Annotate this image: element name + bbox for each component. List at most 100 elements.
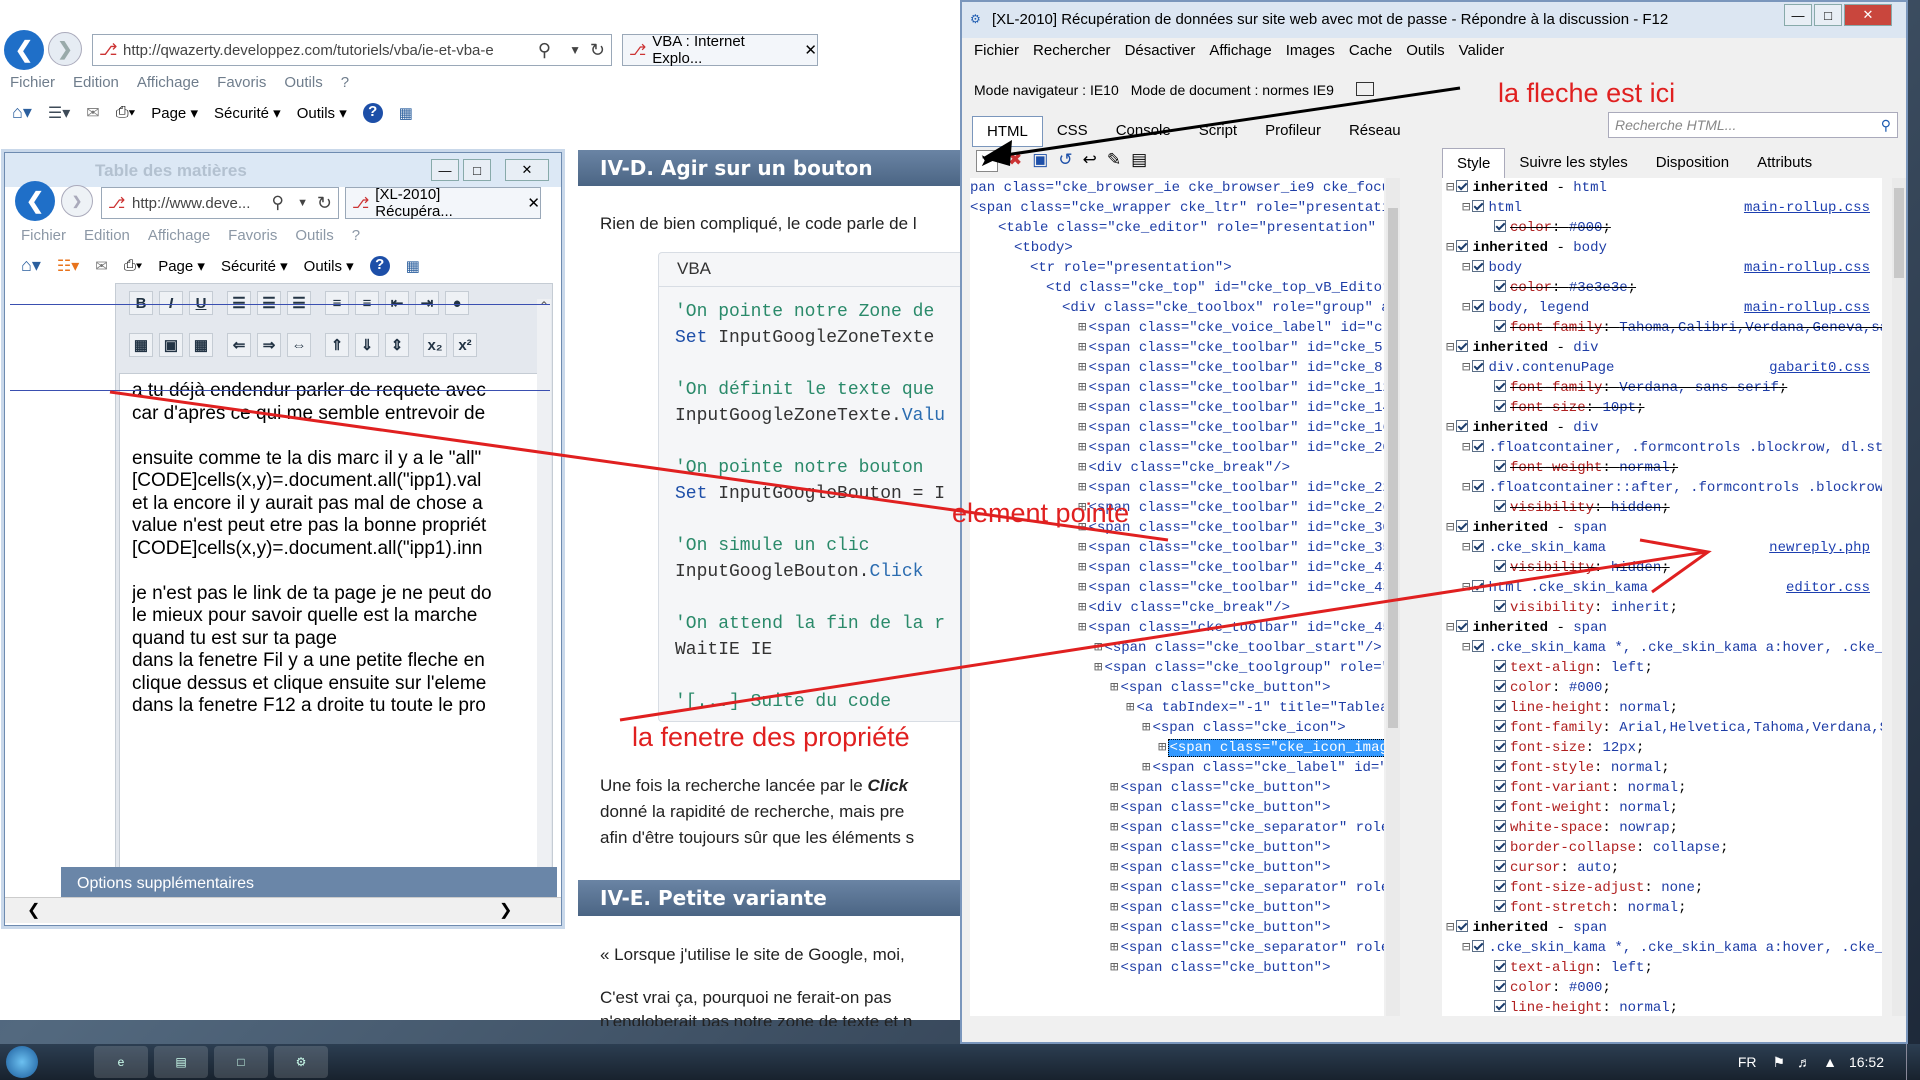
dom-node[interactable]: ⊞<span class="cke_toolbar" id="cke_22" r… (970, 478, 1384, 498)
inner-mail-icon[interactable]: ✉ (95, 257, 108, 275)
expand-icon[interactable]: ⊞ (1142, 760, 1150, 776)
expand-icon[interactable]: ⊞ (1110, 900, 1118, 916)
select-element-arrow-icon[interactable]: ➤ (976, 150, 998, 172)
superscript-icon[interactable]: x² (453, 333, 477, 357)
align-right-icon[interactable]: ☰ (287, 291, 311, 315)
expand-icon[interactable]: ⊞ (1110, 780, 1118, 796)
dom-node[interactable]: pan class="cke_browser_ie cke_browser_ie… (970, 178, 1384, 198)
expand-icon[interactable]: ⊞ (1078, 540, 1086, 556)
expand-icon[interactable]: ⊞ (1110, 960, 1118, 976)
tab-html[interactable]: HTML (972, 116, 1043, 147)
expand-icon[interactable]: ⊞ (1110, 840, 1118, 856)
document-mode[interactable]: Mode de document : normes IE9 (1131, 82, 1334, 98)
insert-col-left-icon[interactable]: ⇐ (227, 333, 251, 357)
expand-icon[interactable]: ⊞ (1078, 560, 1086, 576)
dom-node[interactable]: ⊞ <span class="cke_button"> (970, 898, 1384, 918)
menu-edition[interactable]: Edition (73, 74, 119, 91)
inner-menu-fichier[interactable]: Fichier (21, 227, 66, 244)
inner-menu-help[interactable]: ? (352, 227, 360, 244)
expand-icon[interactable]: ⊞ (1078, 320, 1086, 336)
html-search-input[interactable]: Recherche HTML... ⚲ (1608, 112, 1898, 138)
expand-icon[interactable]: ⊞ (1078, 440, 1086, 456)
back-button[interactable]: ❮ (4, 30, 44, 70)
collapse-icon[interactable]: ⊟ (1446, 920, 1454, 936)
f12-menu-desactiver[interactable]: Désactiver (1125, 42, 1196, 59)
expand-icon[interactable]: ⊞ (1110, 860, 1118, 876)
checkbox-icon[interactable] (1494, 800, 1506, 813)
research-icon[interactable]: ▦ (399, 104, 413, 122)
checkbox-icon[interactable] (1472, 360, 1485, 373)
collapse-icon[interactable]: ⊟ (1462, 580, 1470, 596)
checkbox-icon[interactable] (1494, 220, 1506, 233)
start-button[interactable] (0, 1044, 44, 1080)
expand-icon[interactable]: ⊞ (1078, 400, 1086, 416)
checkbox-icon[interactable] (1472, 200, 1485, 213)
dom-view-icon[interactable]: ▤ (1131, 150, 1147, 172)
checkbox-icon[interactable] (1456, 340, 1469, 353)
dom-node[interactable]: ⊞<span class="cke_separator" role="sep (970, 938, 1384, 958)
checkbox-icon[interactable] (1494, 880, 1506, 893)
clear-icon[interactable]: ✖ (1008, 150, 1022, 172)
tools-menu[interactable]: Outils ▾ (297, 104, 347, 122)
dom-node[interactable]: ⊞ <span class="cke_button"> (970, 958, 1384, 978)
help-icon[interactable]: ? (362, 102, 383, 123)
f12-menu-valider[interactable]: Valider (1459, 42, 1505, 59)
f12-close-button[interactable]: ✕ (1844, 4, 1892, 26)
checkbox-icon[interactable] (1494, 740, 1506, 753)
collapse-icon[interactable]: ⊟ (1462, 360, 1470, 376)
inner-menu-outils[interactable]: Outils (295, 227, 333, 244)
insert-row-below-icon[interactable]: ⇓ (355, 333, 379, 357)
checkbox-icon[interactable] (1472, 440, 1485, 453)
dom-node[interactable]: ⊞<span class="cke_icon_image"> (970, 738, 1384, 758)
checkbox-icon[interactable] (1494, 380, 1506, 393)
word-wrap-icon[interactable]: ↩ (1083, 150, 1097, 172)
dom-node[interactable]: ⊞ <div class="cke_break"/> (970, 458, 1384, 478)
style-pane[interactable]: ⊟ inherited - html ⊟ html main-rollup.css col… (1442, 178, 1882, 1016)
inner-tools-menu[interactable]: Outils ▾ (304, 257, 354, 275)
checkbox-icon[interactable] (1456, 180, 1469, 193)
dom-node[interactable]: ⊞ <span class="cke_button"> (970, 678, 1384, 698)
template-icon[interactable]: ▣ (159, 333, 183, 357)
pin-icon[interactable] (1355, 82, 1374, 96)
checkbox-icon[interactable] (1472, 540, 1485, 553)
show-desktop-button[interactable] (1906, 1044, 1920, 1080)
checkbox-icon[interactable] (1494, 760, 1506, 773)
menu-favoris[interactable]: Favoris (217, 74, 266, 91)
checkbox-icon[interactable] (1456, 920, 1469, 933)
dropdown-icon[interactable]: ▼ (569, 43, 581, 57)
collapse-icon[interactable]: ⊟ (1446, 420, 1454, 436)
inner-tab[interactable]: ⎇ [XL-2010] Récupéra... ✕ (345, 186, 541, 220)
inner-forward-button[interactable]: ❯ (61, 185, 93, 217)
f12-menu-fichier[interactable]: Fichier (974, 42, 1019, 59)
collapse-icon[interactable]: ⊟ (1446, 520, 1454, 536)
table-icon[interactable]: ▦ (129, 333, 153, 357)
taskbar-ie-icon[interactable]: e (94, 1046, 148, 1078)
taskbar-tools-icon[interactable]: ⚙ (274, 1046, 328, 1078)
taskbar-folder-icon[interactable]: □ (214, 1046, 268, 1078)
checkbox-icon[interactable] (1494, 320, 1506, 333)
style-scrollbar[interactable] (1892, 178, 1906, 1016)
underline-button[interactable]: U (189, 291, 213, 315)
collapse-icon[interactable]: ⊟ (1446, 180, 1454, 196)
dom-node[interactable]: ⊞ <span class="cke_icon"> (970, 718, 1384, 738)
checkbox-icon[interactable] (1472, 300, 1485, 313)
inner-help-icon[interactable]: ? (369, 255, 390, 276)
scroll-up-icon[interactable]: ⌃ (537, 299, 551, 313)
dom-node[interactable]: ⊞ <div class="cke_break"/> (970, 598, 1384, 618)
expand-icon[interactable]: ⊞ (1110, 880, 1118, 896)
checkbox-icon[interactable] (1494, 600, 1506, 613)
menu-affichage[interactable]: Affichage (137, 74, 199, 91)
horizontal-scrollbar[interactable]: ❮ ❯ (5, 897, 561, 923)
expand-icon[interactable]: ⊞ (1078, 380, 1086, 396)
f12-maximize-button[interactable]: □ (1814, 4, 1842, 26)
expand-icon[interactable]: ⊞ (1110, 920, 1118, 936)
inner-home-icon[interactable]: ⌂▾ (21, 255, 41, 276)
expand-icon[interactable]: ⊞ (1078, 600, 1086, 616)
dom-node[interactable]: ⊞<span class="cke_toolbar" id="cke_14" r… (970, 398, 1384, 418)
page-menu[interactable]: Page ▾ (151, 104, 198, 122)
expand-icon[interactable]: ⊞ (1078, 580, 1086, 596)
dom-node[interactable]: ⊞<span class="cke_toolbar" id="cke_5" ro… (970, 338, 1384, 358)
collapse-icon[interactable]: ⊟ (1462, 200, 1470, 216)
checkbox-icon[interactable] (1494, 460, 1506, 473)
expand-icon[interactable]: ⊞ (1094, 660, 1102, 676)
